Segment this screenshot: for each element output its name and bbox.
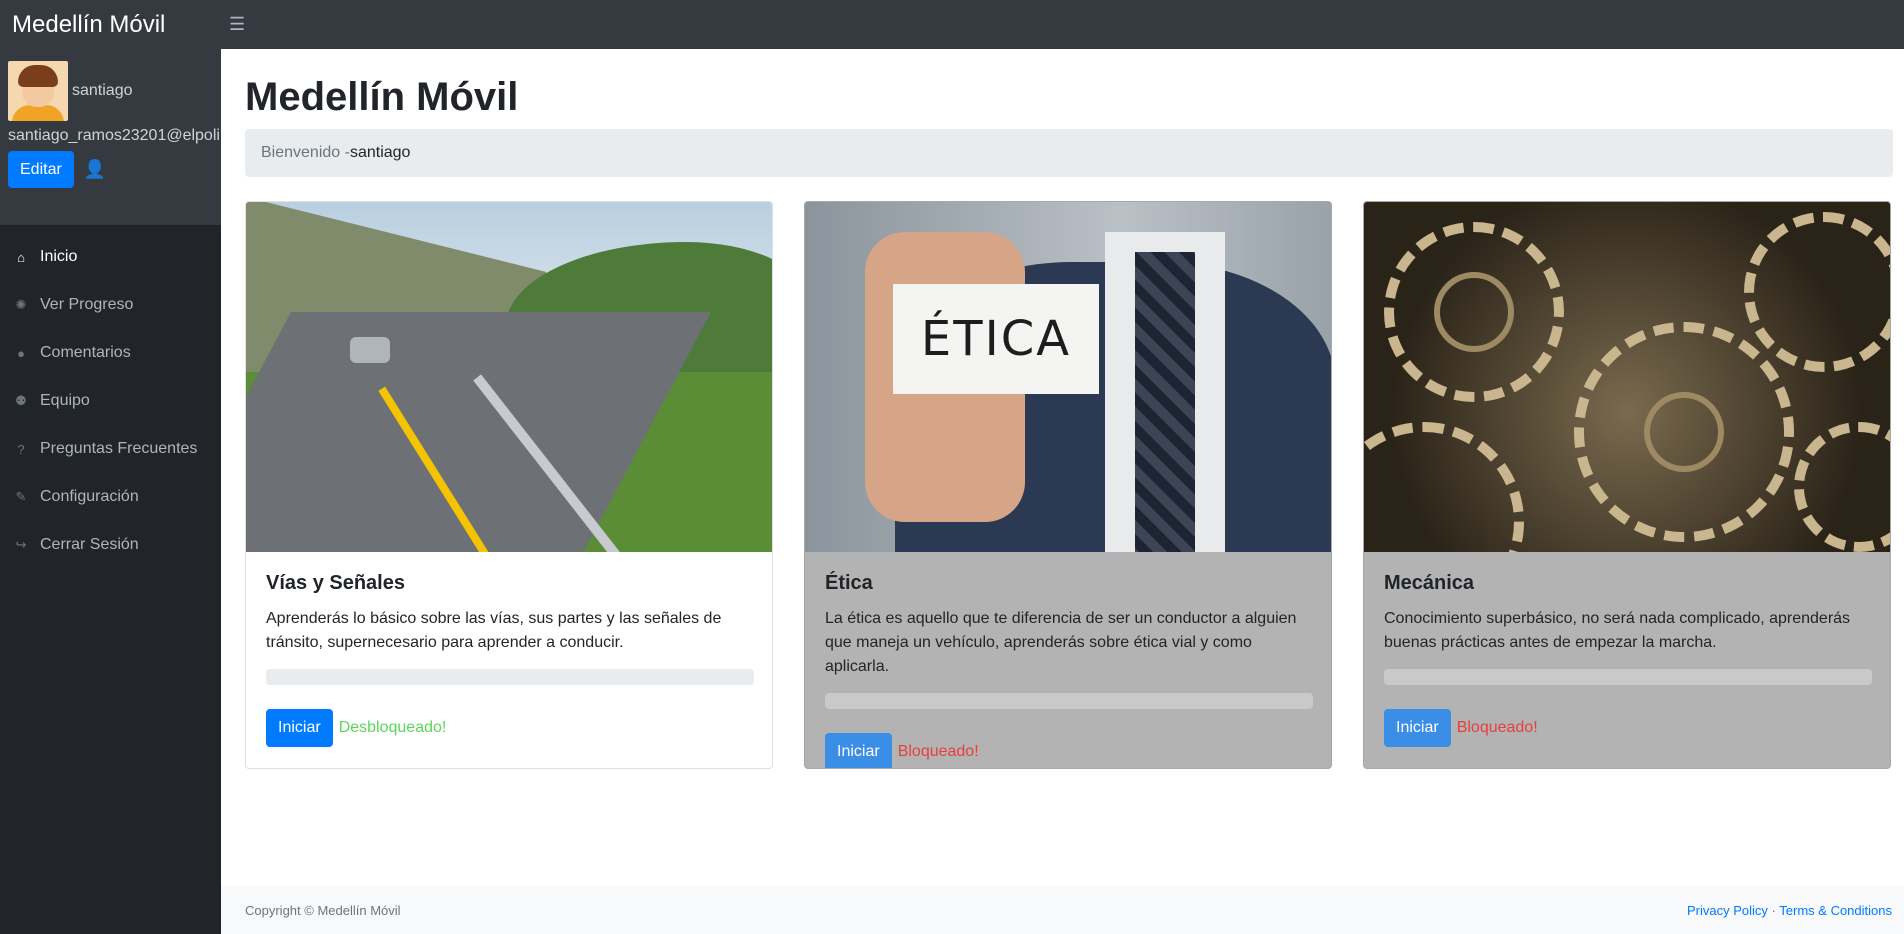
sidebar-item-label: Equipo <box>40 392 90 409</box>
welcome-prefix: Bienvenido - <box>261 144 350 161</box>
main-content: Medellín Móvil Bienvenido - santiago Vía… <box>221 49 1904 934</box>
top-navbar: Medellín Móvil ☰ <box>0 0 1904 49</box>
sidebar-item-cerrar-sesion[interactable]: ↪ Cerrar Sesión <box>0 521 221 569</box>
course-card-vias: Vías y Señales Aprenderás lo básico sobr… <box>245 201 773 769</box>
sidebar-item-ver-progreso[interactable]: ✺ Ver Progreso <box>0 281 221 329</box>
start-button[interactable]: Iniciar <box>1384 709 1451 747</box>
course-card-etica: ÉTICA Ética La ética es aquello que te d… <box>804 201 1332 769</box>
card-description: Conocimiento superbásico, no será nada c… <box>1384 610 1851 651</box>
sidebar-item-equipo[interactable]: ⚉ Equipo <box>0 377 221 425</box>
page-title: Medellín Móvil <box>245 75 519 119</box>
sidebar-item-configuracion[interactable]: ✎ Configuración <box>0 473 221 521</box>
sidebar-item-comentarios[interactable]: ● Comentarios <box>0 329 221 377</box>
sidebar-item-label: Ver Progreso <box>40 296 134 313</box>
sidebar: santiago santiago_ramos23201@elpoli.edu.… <box>0 49 221 934</box>
card-title: Ética <box>825 572 873 594</box>
terms-link[interactable]: Terms & Conditions <box>1779 903 1892 918</box>
sidebar-item-label: Comentarios <box>40 344 131 361</box>
card-description: Aprenderás lo básico sobre las vías, sus… <box>266 610 722 651</box>
copyright-text: Copyright © Medellín Móvil <box>245 902 401 918</box>
status-label: Bloqueado! <box>1456 719 1538 736</box>
sign-out-icon: ↪ <box>15 537 27 552</box>
sidebar-item-label: Configuración <box>40 488 139 505</box>
menu-toggle-icon[interactable]: ☰ <box>229 14 245 35</box>
user-edit-icon[interactable]: 👤 <box>84 159 106 180</box>
brand-title[interactable]: Medellín Móvil <box>0 11 221 39</box>
progress-bar <box>1384 669 1872 685</box>
edit-profile-button[interactable]: Editar <box>8 151 74 188</box>
wrench-icon: ✎ <box>15 489 27 504</box>
road-image <box>246 202 772 552</box>
sidebar-item-inicio[interactable]: ⌂ Inicio <box>0 233 221 281</box>
home-icon: ⌂ <box>17 249 25 265</box>
course-card-mecanica: Mecánica Conocimiento superbásico, no se… <box>1363 201 1891 769</box>
sidebar-nav: ⌂ Inicio ✺ Ver Progreso ● Comentarios ⚉ … <box>0 233 221 569</box>
sidebar-item-preguntas-frecuentes[interactable]: ? Preguntas Frecuentes <box>0 425 221 473</box>
card-title: Vías y Señales <box>266 572 405 594</box>
question-icon: ? <box>17 441 25 457</box>
sidebar-item-label: Cerrar Sesión <box>40 536 139 553</box>
card-description: La ética es aquello que te diferencia de… <box>825 610 1297 675</box>
progress-bar <box>266 669 754 685</box>
start-button[interactable]: Iniciar <box>825 733 892 768</box>
user-email: santiago_ramos23201@elpoli.edu.co <box>8 127 221 144</box>
breadcrumb: Bienvenido - santiago <box>245 129 1893 177</box>
footer: Copyright © Medellín Móvil Privacy Polic… <box>221 886 1904 934</box>
start-button[interactable]: Iniciar <box>266 709 333 747</box>
welcome-user: santiago <box>349 144 411 161</box>
card-title: Mecánica <box>1384 572 1475 594</box>
sidebar-item-label: Inicio <box>40 248 78 265</box>
avatar <box>8 61 68 121</box>
progress-bar <box>825 693 1313 709</box>
course-cards: Vías y Señales Aprenderás lo básico sobr… <box>245 201 1891 769</box>
ethics-image: ÉTICA <box>805 202 1331 552</box>
gears-image <box>1364 202 1890 552</box>
users-icon: ⚉ <box>15 393 27 408</box>
status-label: Bloqueado! <box>897 743 979 760</box>
footer-separator: · <box>1771 902 1776 918</box>
privacy-policy-link[interactable]: Privacy Policy <box>1687 903 1768 918</box>
comments-icon: ● <box>17 345 25 361</box>
status-label: Desbloqueado! <box>338 719 447 736</box>
ethics-card-text: ÉTICA <box>893 284 1099 394</box>
sidebar-item-label: Preguntas Frecuentes <box>40 440 198 457</box>
spinner-icon: ✺ <box>15 297 27 312</box>
user-profile-panel: santiago santiago_ramos23201@elpoli.edu.… <box>0 49 221 225</box>
username: santiago <box>72 82 133 99</box>
